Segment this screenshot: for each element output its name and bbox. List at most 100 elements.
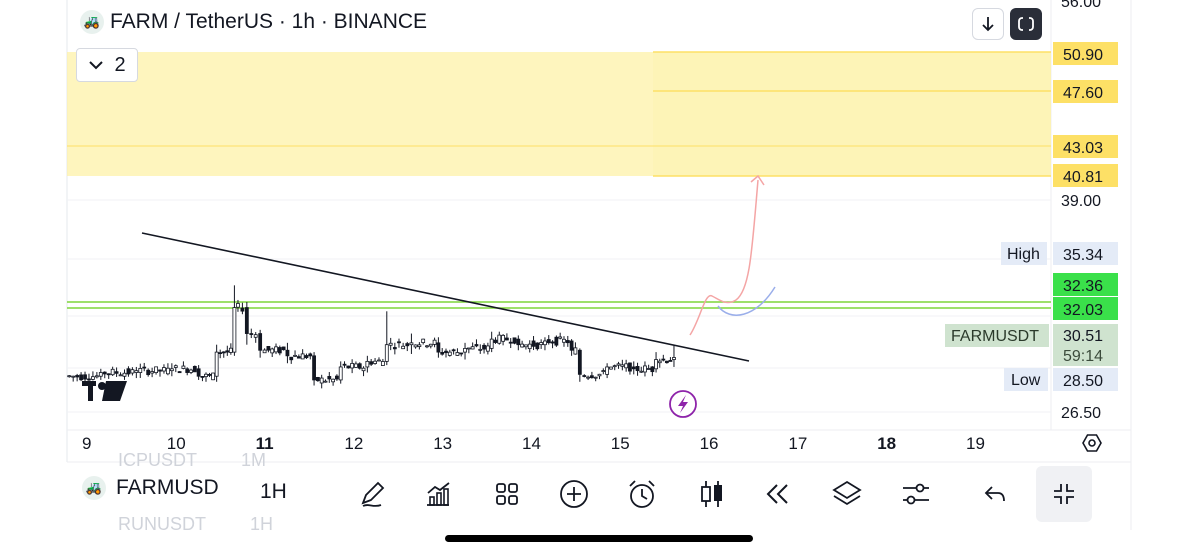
alarm-icon[interactable] (622, 474, 662, 514)
candle-body (664, 360, 669, 364)
candle-body (459, 352, 464, 355)
candle-body (214, 351, 219, 377)
candle-body (482, 344, 486, 350)
candle-body (138, 368, 143, 373)
candle-body (331, 378, 336, 383)
price-label-47-60[interactable]: 47.60 (1053, 80, 1118, 103)
candle-body (357, 363, 362, 369)
indicators-toggle[interactable]: 2 (76, 48, 138, 82)
candle-body (554, 336, 559, 346)
price-tick-39: 39.00 (1061, 193, 1101, 210)
indicators-icon[interactable] (418, 474, 458, 514)
candle-body (527, 343, 532, 350)
symbol-header[interactable]: 🚜 FARM / TetherUS · 1h · BINANCE (80, 10, 427, 34)
candle-body (546, 339, 551, 344)
candle-body (535, 342, 540, 350)
toolbar-interval[interactable]: 1H (260, 480, 287, 504)
candle-body (405, 343, 410, 347)
candle-body (470, 346, 475, 350)
resistance-zone[interactable] (67, 51, 1051, 177)
candle-body (425, 345, 429, 348)
x-tick-14: 14 (522, 434, 541, 453)
candle-body (397, 341, 401, 344)
grid-icon[interactable] (487, 474, 527, 514)
candle-body (451, 349, 456, 352)
candle-body (266, 346, 271, 351)
candle-body (466, 347, 471, 350)
candles-icon[interactable] (692, 474, 732, 514)
candle-body (573, 347, 578, 355)
toolbar-symbol: FARMUSD (116, 476, 219, 499)
price-label-40-81[interactable]: 40.81 (1053, 164, 1118, 187)
undo-icon[interactable] (975, 474, 1015, 514)
farm-tractor-icon: 🚜 (80, 10, 104, 34)
bolt-badge[interactable] (669, 390, 697, 418)
candle-body (380, 361, 385, 366)
candle-body (624, 363, 629, 369)
candle-body (293, 354, 297, 357)
candle-body (323, 380, 328, 383)
fullscreen-button[interactable] (1010, 8, 1042, 40)
candle-body (432, 339, 437, 345)
candle-body (417, 344, 422, 347)
candle-body (354, 363, 358, 368)
candle-body (110, 368, 115, 376)
candle-body (661, 358, 666, 361)
layers-icon[interactable] (827, 474, 867, 514)
svg-text:43.03: 43.03 (1063, 140, 1103, 157)
candle-body (440, 352, 445, 355)
download-button[interactable] (972, 8, 1004, 40)
candle-body (436, 342, 441, 353)
candle-body (189, 369, 193, 373)
price-label-50-90[interactable]: 50.90 (1053, 42, 1118, 65)
high-value: 35.34 (1063, 247, 1103, 264)
price-label-32-36[interactable]: 32.36 (1053, 273, 1118, 296)
candle-body (130, 369, 135, 374)
candle-body (558, 336, 563, 339)
candle-body (516, 338, 521, 346)
price-label-32-03[interactable]: 32.03 (1053, 297, 1118, 320)
candle-body (489, 338, 494, 349)
candle-body (635, 366, 640, 372)
retest-curve[interactable] (717, 286, 776, 316)
svg-text:Low: Low (1011, 372, 1041, 389)
replay-icon[interactable] (758, 474, 798, 514)
x-tick-17: 17 (788, 434, 807, 453)
candle-body (262, 349, 267, 354)
candle-body (388, 342, 393, 346)
candle-body (474, 344, 479, 347)
svg-text:40.81: 40.81 (1063, 169, 1103, 186)
collapse-icon[interactable] (1036, 466, 1092, 522)
candles (67, 285, 676, 389)
candle-body (300, 353, 305, 360)
axis-settings-icon[interactable] (1082, 434, 1102, 452)
candle-body (520, 343, 525, 348)
candle-body (672, 357, 676, 360)
candle-body (122, 372, 127, 377)
candle-body (327, 376, 332, 380)
candle-body (646, 368, 651, 370)
candle-body (338, 366, 343, 381)
candle-body (106, 373, 111, 376)
price-label-43-03[interactable]: 43.03 (1053, 135, 1118, 158)
candle-body (94, 375, 99, 378)
indicators-count: 2 (114, 53, 126, 76)
settings-sliders-icon[interactable] (896, 474, 936, 514)
candle-body (463, 347, 467, 353)
candle-body (512, 337, 517, 344)
candle-body (508, 341, 513, 344)
candle-body (428, 343, 433, 347)
candle-body (204, 373, 208, 378)
fullscreen-icon (1018, 16, 1034, 32)
add-circle-icon[interactable] (554, 474, 594, 514)
candle-body (289, 356, 294, 361)
gridlines (67, 199, 1051, 413)
ghost-symbol-bottom: RUNUSDT 1H (118, 514, 274, 534)
toolbar-symbol-picker[interactable]: 🚜 FARMUSD (82, 476, 219, 500)
x-tick-16: 16 (700, 434, 719, 453)
last-price-label[interactable]: FARMUSDT 30.51 59:14 (945, 324, 1118, 366)
candle-body (270, 348, 275, 354)
candle-body (207, 374, 212, 376)
pen-icon[interactable] (352, 474, 392, 514)
candle-body (146, 369, 151, 376)
